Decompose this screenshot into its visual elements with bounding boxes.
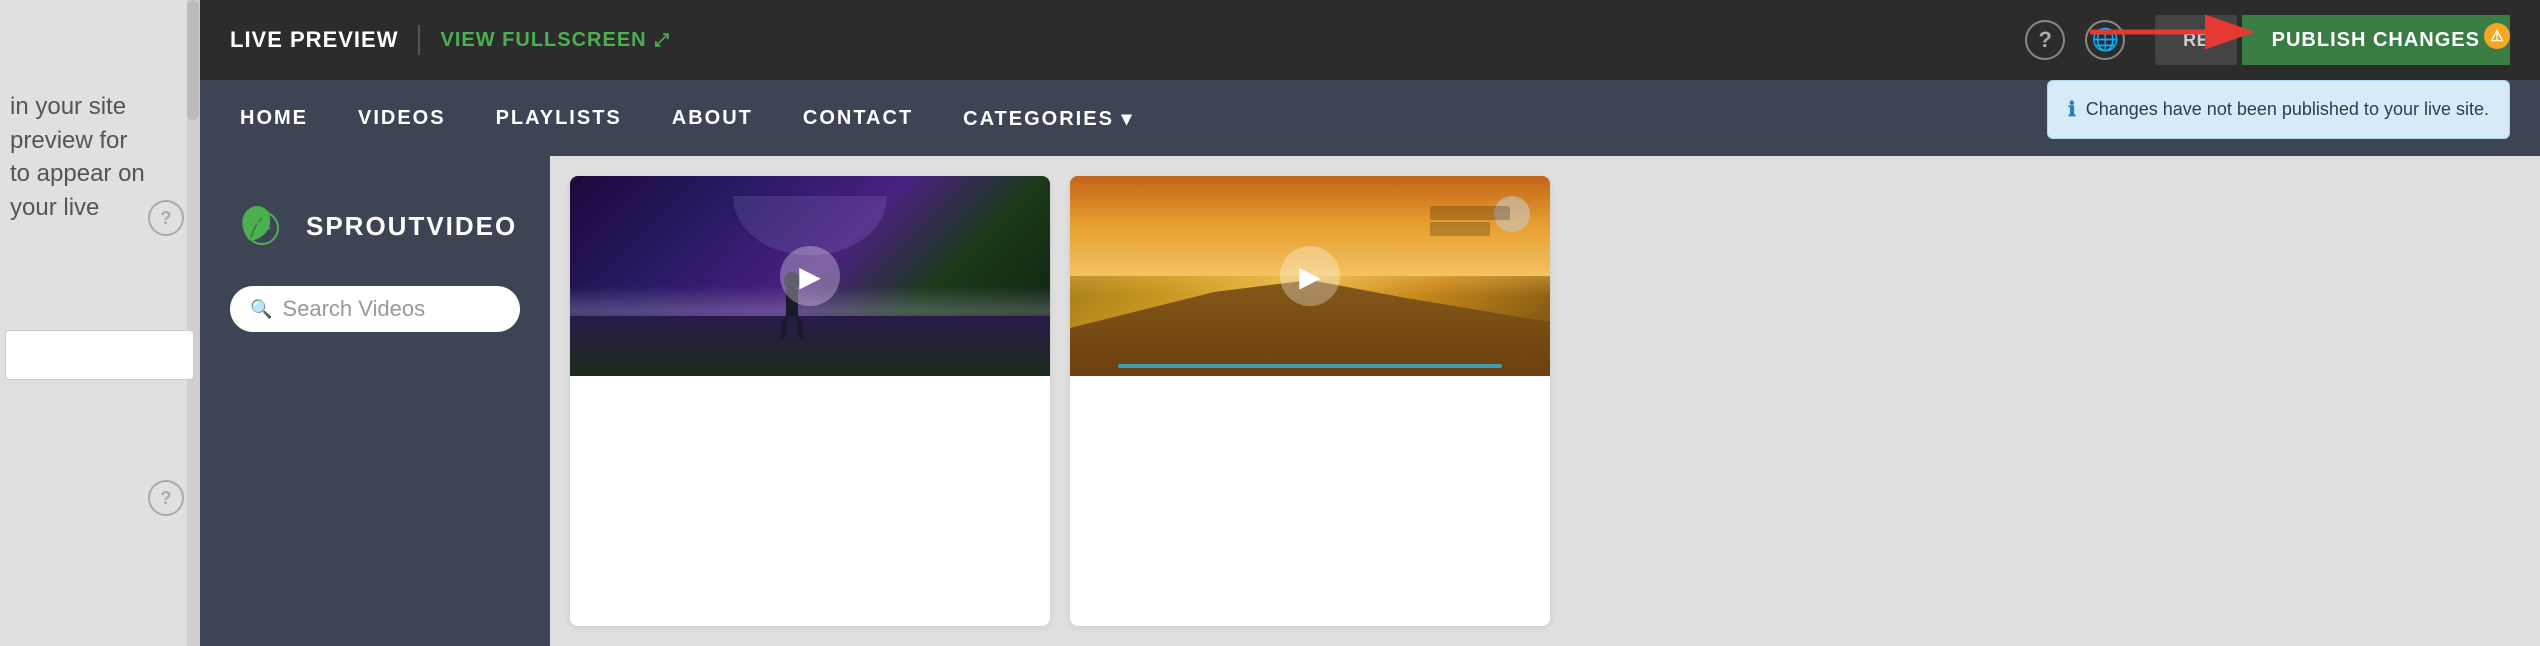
fullscreen-icon: ⤢ bbox=[655, 30, 670, 51]
live-preview-label: LIVE PREVIEW bbox=[230, 27, 398, 53]
revert-button[interactable]: RE bbox=[2155, 15, 2237, 65]
notification-message: Changes have not been published to your … bbox=[2086, 99, 2489, 120]
action-buttons-container: RE PUBLISH CHANGES ⚠ bbox=[2155, 15, 2510, 65]
info-icon: ℹ bbox=[2068, 97, 2076, 122]
warning-icon: ⚠ bbox=[2490, 27, 2503, 45]
search-icon: 🔍 bbox=[250, 299, 272, 320]
globe-icon: 🌐 bbox=[2091, 27, 2118, 53]
video-bottom-line bbox=[1118, 364, 1502, 368]
view-fullscreen-button[interactable]: VIEW FULLSCREEN ⤢ bbox=[440, 29, 670, 52]
sidebar-input bbox=[5, 330, 194, 380]
notification-badge: ⚠ bbox=[2484, 23, 2510, 49]
main-content: SPROUTVIDEO 🔍 Search Videos bbox=[200, 156, 2540, 646]
nav-item-videos[interactable]: VIDEOS bbox=[358, 107, 446, 130]
video-card-1: ▶ bbox=[570, 176, 1050, 626]
drone-specs-overlay bbox=[1430, 206, 1510, 236]
scroll-thumb[interactable] bbox=[187, 0, 199, 120]
content-sidebar: SPROUTVIDEO 🔍 Search Videos bbox=[200, 156, 550, 646]
sidebar-help-icon-2[interactable]: ? bbox=[148, 480, 184, 516]
toolbar-divider bbox=[418, 25, 420, 55]
logo-text: SPROUTVIDEO bbox=[306, 211, 517, 242]
nav-item-contact[interactable]: CONTACT bbox=[803, 107, 913, 130]
video-card-2: ▶ bbox=[1070, 176, 1550, 626]
video-thumbnail-1: ▶ bbox=[570, 176, 1050, 376]
video-grid: ▶ ▶ bbox=[550, 156, 2540, 646]
video-thumbnail-2: ▶ bbox=[1070, 176, 1550, 376]
left-sidebar-panel: in your site preview for to appear on yo… bbox=[0, 0, 200, 646]
help-icon-button[interactable]: ? bbox=[2025, 20, 2065, 60]
logo-area: SPROUTVIDEO bbox=[230, 196, 517, 256]
logo-icon bbox=[230, 196, 290, 256]
toolbar: LIVE PREVIEW VIEW FULLSCREEN ⤢ ? 🌐 RE PU… bbox=[200, 0, 2540, 80]
nav-item-playlists[interactable]: PLAYLISTS bbox=[496, 107, 622, 130]
nav-item-about[interactable]: ABOUT bbox=[672, 107, 753, 130]
search-input[interactable]: Search Videos bbox=[282, 296, 425, 322]
nav-item-home[interactable]: HOME bbox=[240, 107, 308, 130]
globe-icon-button[interactable]: 🌐 bbox=[2085, 20, 2125, 60]
play-button-1[interactable]: ▶ bbox=[780, 246, 840, 306]
search-box[interactable]: 🔍 Search Videos bbox=[230, 286, 520, 332]
play-button-2[interactable]: ▶ bbox=[1280, 246, 1340, 306]
notification-tooltip: ℹ Changes have not been published to you… bbox=[2047, 80, 2510, 139]
publish-button[interactable]: PUBLISH CHANGES bbox=[2242, 15, 2510, 65]
nav-item-categories[interactable]: CATEGORIES ▾ bbox=[963, 106, 1133, 131]
sidebar-help-icon[interactable]: ? bbox=[148, 200, 184, 236]
scroll-handle[interactable] bbox=[187, 0, 199, 646]
